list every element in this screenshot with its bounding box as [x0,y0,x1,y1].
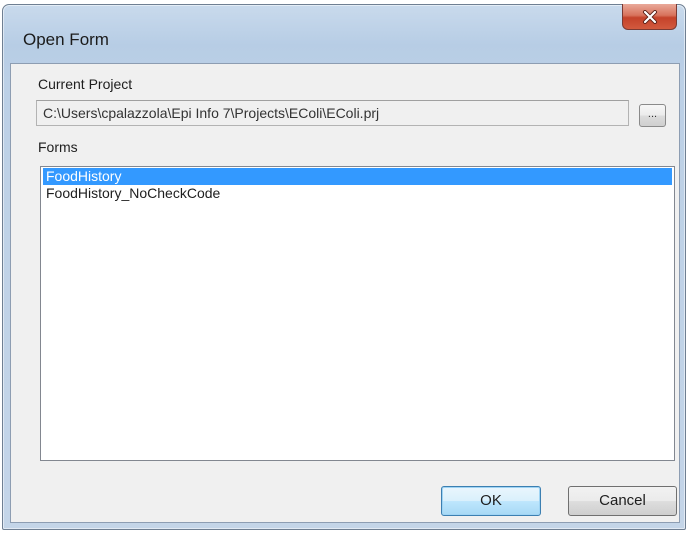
cancel-button[interactable]: Cancel [568,486,677,516]
list-item-foodhistory[interactable]: FoodHistory [43,168,672,185]
forms-label: Forms [38,139,78,155]
forms-list[interactable]: FoodHistory FoodHistory_NoCheckCode [40,166,675,461]
open-form-dialog: Open Form Current Project C:\Users\cpala… [2,4,686,530]
current-project-field[interactable]: C:\Users\cpalazzola\Epi Info 7\Projects\… [36,100,629,126]
title-bar[interactable]: Open Form [3,4,685,69]
dialog-content: Current Project C:\Users\cpalazzola\Epi … [10,63,680,523]
ok-button[interactable]: OK [441,486,541,516]
close-button[interactable] [622,4,677,30]
list-item-foodhistory-nocheckcode[interactable]: FoodHistory_NoCheckCode [43,185,672,202]
browse-button[interactable]: ... [639,104,666,127]
close-icon [642,9,658,24]
current-project-label: Current Project [38,76,133,92]
window-title: Open Form [23,30,109,49]
